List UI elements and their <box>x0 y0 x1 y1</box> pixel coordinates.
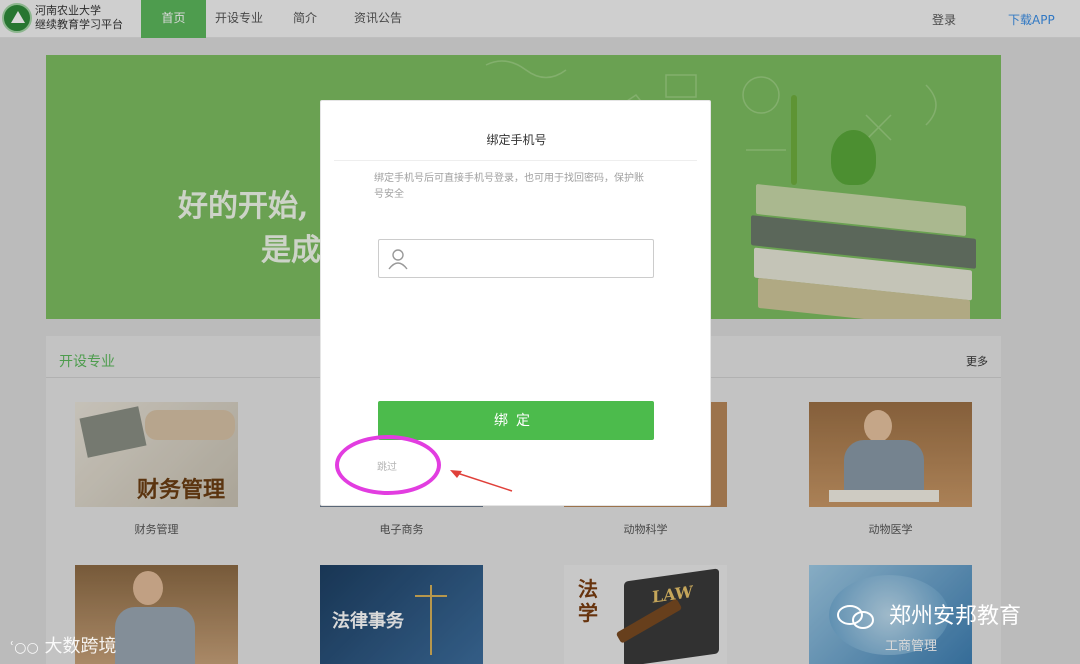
phone-input-wrapper[interactable] <box>378 239 654 278</box>
watermark-left-text: 大数跨境 <box>44 636 117 657</box>
watermark-right-text: 郑州安邦教育 <box>889 604 1022 629</box>
phone-number-input[interactable] <box>417 244 647 274</box>
watermark-left-icon: ʿ○○ <box>10 640 39 656</box>
wechat-icon <box>837 605 874 629</box>
user-icon <box>388 249 408 270</box>
watermark-left: ʿ○○ 大数跨境 <box>10 632 116 658</box>
modal-divider <box>334 160 697 161</box>
modal-title: 绑定手机号 <box>486 133 547 147</box>
watermark-right: 郑州安邦教育 <box>836 598 1021 630</box>
bind-button[interactable]: 绑定 <box>378 401 654 440</box>
modal-description: 绑定手机号后可直接手机号登录，也可用于找回密码，保护账号安全 <box>374 173 644 200</box>
highlight-annotation <box>335 435 441 495</box>
arrow-icon <box>450 470 513 492</box>
